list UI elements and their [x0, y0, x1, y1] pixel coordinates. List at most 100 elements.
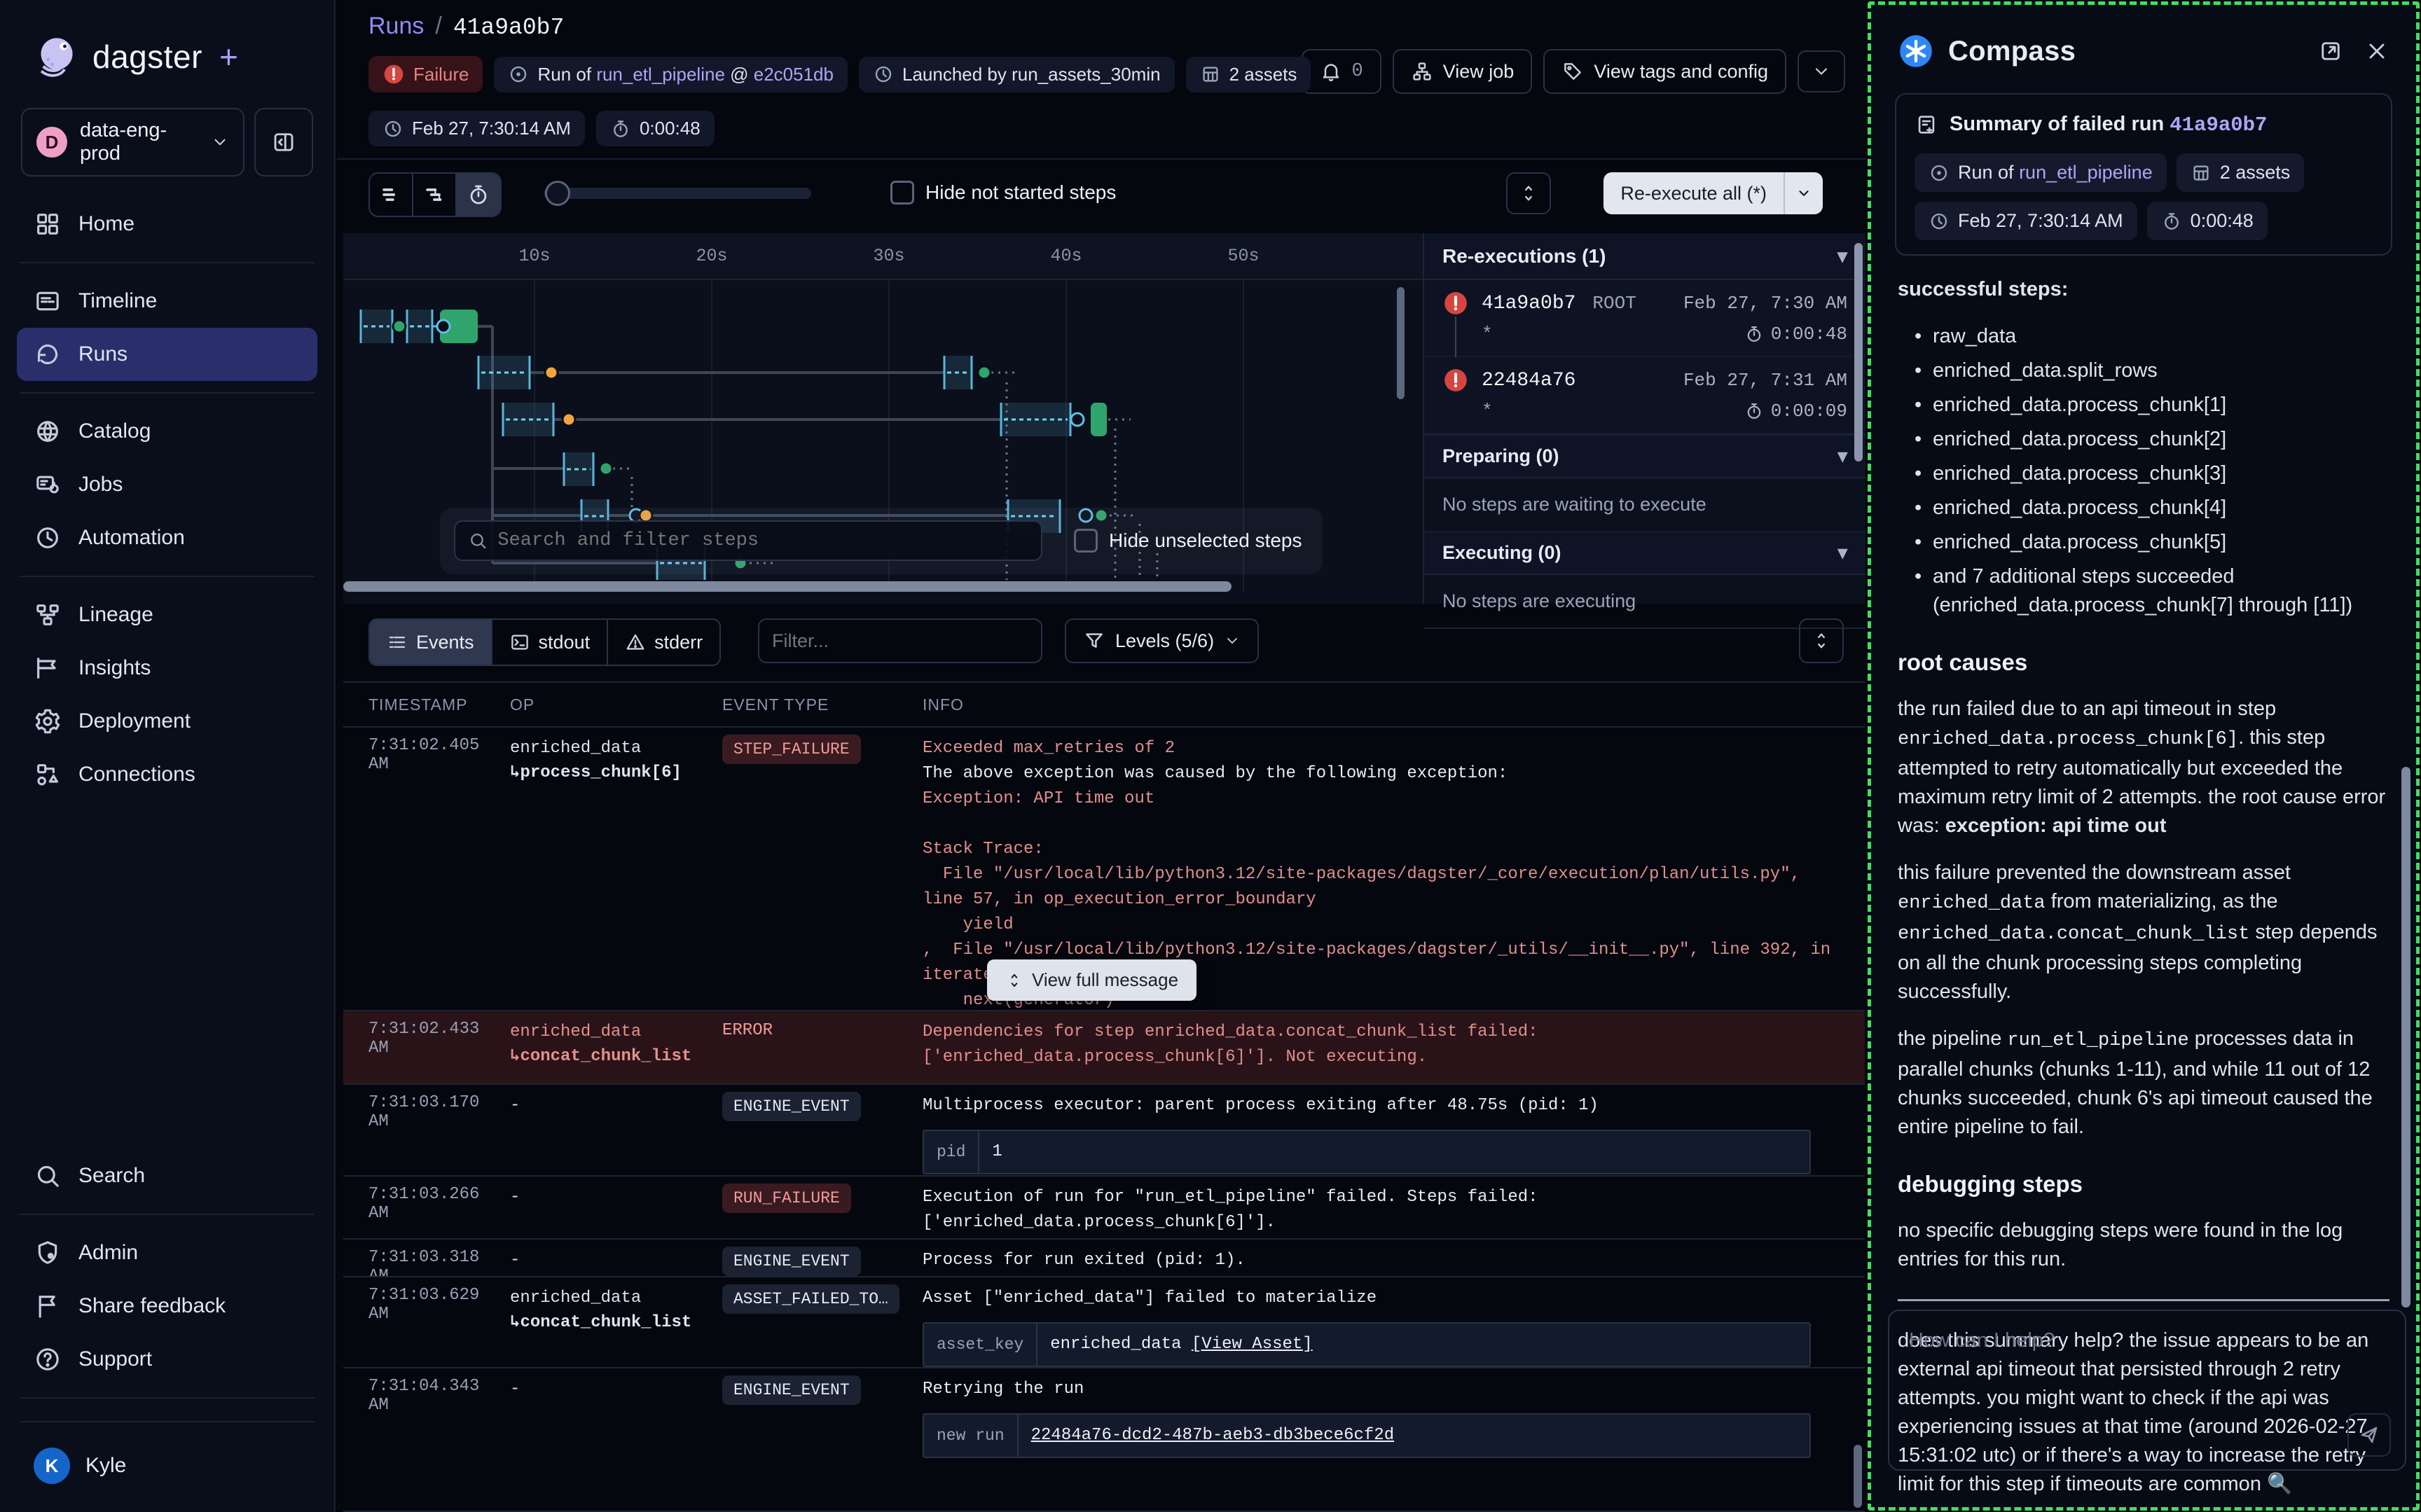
view-full-message-button[interactable]: View full message [987, 959, 1196, 1001]
step-search-field[interactable] [454, 520, 1042, 561]
step-selection-note: * [1482, 401, 1493, 422]
gantt-vertical-scrollbar[interactable] [1397, 287, 1405, 399]
sidebar-item-admin[interactable]: Admin [17, 1226, 317, 1279]
run-of-badge: Run of run_etl_pipeline @ e2c051db [494, 57, 848, 92]
waterfall-view-button[interactable] [413, 174, 457, 216]
event-row[interactable]: 7:31:03.318 AM - ENGINE_EVENT Process fo… [343, 1240, 1865, 1277]
event-row[interactable]: 7:31:03.629 AM enriched_data↳concat_chun… [343, 1277, 1865, 1368]
expand-panel-button[interactable] [1506, 172, 1551, 214]
send-plane-icon [2357, 1423, 2381, 1447]
logo[interactable]: dagster + [17, 25, 317, 108]
reexecutions-scrollbar[interactable] [1854, 243, 1863, 462]
event-info: Dependencies for step enriched_data.conc… [909, 1011, 1865, 1083]
sidebar-item-home[interactable]: Home [17, 197, 317, 251]
more-actions-button[interactable] [1798, 50, 1845, 92]
timed-view-button[interactable] [457, 174, 500, 216]
divider [20, 1214, 315, 1215]
hide-unselected-checkbox[interactable] [1074, 529, 1098, 553]
zoom-slider[interactable] [544, 188, 811, 199]
reexecution-run-id[interactable]: 41a9a0b7 [1482, 293, 1575, 314]
list-item: raw_data [1905, 322, 2389, 351]
step-search-input[interactable] [497, 530, 1028, 551]
event-row[interactable]: 7:31:02.405 AM enriched_data↳process_chu… [343, 728, 1865, 1011]
levels-dropdown[interactable]: Levels (5/6) [1065, 618, 1259, 663]
reexecution-date: Feb 27, 7:31 AM [1683, 370, 1847, 391]
view-job-button[interactable]: View job [1393, 49, 1533, 94]
assets-badge[interactable]: 2 assets [1186, 57, 1311, 92]
pipeline-link[interactable]: run_etl_pipeline [596, 64, 725, 85]
compass-chat-input[interactable] [1889, 1311, 2405, 1402]
gantt-chart[interactable]: Hide unselected steps [343, 280, 1409, 592]
tab-stderr[interactable]: stderr [608, 620, 719, 665]
axis-tick: 50s [1227, 246, 1259, 266]
sidebar-item-search[interactable]: Search [17, 1149, 317, 1202]
executing-header[interactable]: Executing (0) ▾ [1424, 532, 1865, 575]
open-external-icon[interactable] [2318, 39, 2343, 64]
lineage-icon [34, 601, 62, 629]
gantt-horizontal-scrollbar[interactable] [343, 581, 1232, 592]
event-row[interactable]: 7:31:03.266 AM - RUN_FAILURE Execution o… [343, 1177, 1865, 1240]
deployment-switcher[interactable]: D data-eng-prod [21, 108, 244, 176]
reexecutions-header[interactable]: Re-executions (1) ▾ [1424, 233, 1865, 280]
event-row[interactable]: 7:31:04.343 AM - ENGINE_EVENT Retrying t… [343, 1368, 1865, 1512]
summary-pipeline-link[interactable]: run_etl_pipeline [2019, 162, 2153, 183]
flat-view-button[interactable] [370, 174, 413, 216]
events-scrollbar[interactable] [1854, 1445, 1862, 1508]
log-filter-field[interactable] [758, 618, 1042, 663]
compass-scrollbar[interactable] [2401, 767, 2410, 1308]
summary-duration-badge: 0:00:48 [2147, 202, 2268, 240]
tab-stdout[interactable]: stdout [492, 620, 609, 665]
reexecutions-panel: Re-executions (1) ▾ 41a9a0b7 ROOT Feb 27… [1423, 233, 1865, 604]
sidebar-item-lineage[interactable]: Lineage [17, 588, 317, 641]
sidebar-item-runs[interactable]: Runs [17, 328, 317, 381]
reexecute-all-button[interactable]: Re-execute all (*) [1603, 172, 1823, 214]
sidebar-item-jobs[interactable]: Jobs [17, 458, 317, 511]
event-timestamp: 7:31:02.433 AM [343, 1011, 500, 1083]
hide-not-started-checkbox[interactable] [890, 181, 914, 204]
metadata-link[interactable]: 22484a76-dcd2-487b-aeb3-db3bece6cf2d [1031, 1426, 1394, 1445]
sidebar-item-share-feedback[interactable]: Share feedback [17, 1279, 317, 1333]
list-item: enriched_data.process_chunk[5] [1905, 528, 2389, 557]
log-sort-button[interactable] [1799, 618, 1844, 663]
gantt-search-overlay: Hide unselected steps [440, 508, 1323, 574]
commit-link[interactable]: e2c051db [754, 64, 834, 85]
sidebar-item-support[interactable]: Support [17, 1333, 317, 1386]
timeline-icon [34, 287, 62, 315]
sidebar-item-insights[interactable]: Insights [17, 641, 317, 695]
event-op: - [500, 1368, 712, 1511]
tab-events[interactable]: Events [370, 620, 492, 665]
summary-run-id[interactable]: 41a9a0b7 [2170, 113, 2267, 137]
event-row[interactable]: 7:31:02.433 AM enriched_data↳concat_chun… [343, 1011, 1865, 1085]
sidebar-item-catalog[interactable]: Catalog [17, 405, 317, 458]
reexecution-row[interactable]: 41a9a0b7 ROOT Feb 27, 7:30 AM * 0:00:48 [1424, 280, 1865, 357]
zoom-slider-knob[interactable] [545, 181, 570, 206]
preparing-header[interactable]: Preparing (0) ▾ [1424, 434, 1865, 478]
reexecution-run-id[interactable]: 22484a76 [1482, 370, 1575, 391]
sidebar-item-timeline[interactable]: Timeline [17, 275, 317, 328]
close-icon[interactable] [2364, 39, 2389, 64]
preparing-empty-text: No steps are waiting to execute [1424, 478, 1865, 532]
sidebar-item-deployment[interactable]: Deployment [17, 695, 317, 748]
send-button[interactable] [2347, 1413, 2391, 1457]
reexecute-caret[interactable] [1784, 172, 1823, 214]
stopwatch-icon [610, 118, 631, 139]
gantt-section: 10s20s30s40s50s Hide unselected steps [343, 233, 1423, 604]
sidebar-item-connections[interactable]: Connections [17, 748, 317, 801]
header-divider [337, 158, 1866, 160]
log-filter-input[interactable] [772, 630, 1020, 652]
collapse-sidebar-button[interactable] [254, 108, 313, 176]
events-table: TIMESTAMPOPEVENT TYPEINFO 7:31:02.405 AM… [343, 681, 1865, 1512]
breadcrumb-runs-link[interactable]: Runs [368, 13, 424, 40]
list-item: and 7 additional steps succeeded (enrich… [1905, 562, 2389, 620]
event-row[interactable]: 7:31:03.170 AM - ENGINE_EVENT Multiproce… [343, 1085, 1865, 1177]
user-menu[interactable]: K Kyle [17, 1434, 317, 1484]
metadata-link[interactable]: [View Asset] [1192, 1335, 1313, 1354]
deployment-name: data-eng-prod [80, 119, 198, 165]
view-tags-config-button[interactable]: View tags and config [1543, 49, 1786, 94]
event-op: - [500, 1240, 712, 1276]
deployment-avatar: D [36, 127, 67, 158]
sidebar-item-automation[interactable]: Automation [17, 511, 317, 564]
notifications-button[interactable]: 0 [1302, 49, 1381, 94]
sidebar: dagster + D data-eng-prod Home TimelineRu… [0, 0, 336, 1512]
reexecution-row[interactable]: 22484a76 Feb 27, 7:31 AM * 0:00:09 [1424, 357, 1865, 434]
